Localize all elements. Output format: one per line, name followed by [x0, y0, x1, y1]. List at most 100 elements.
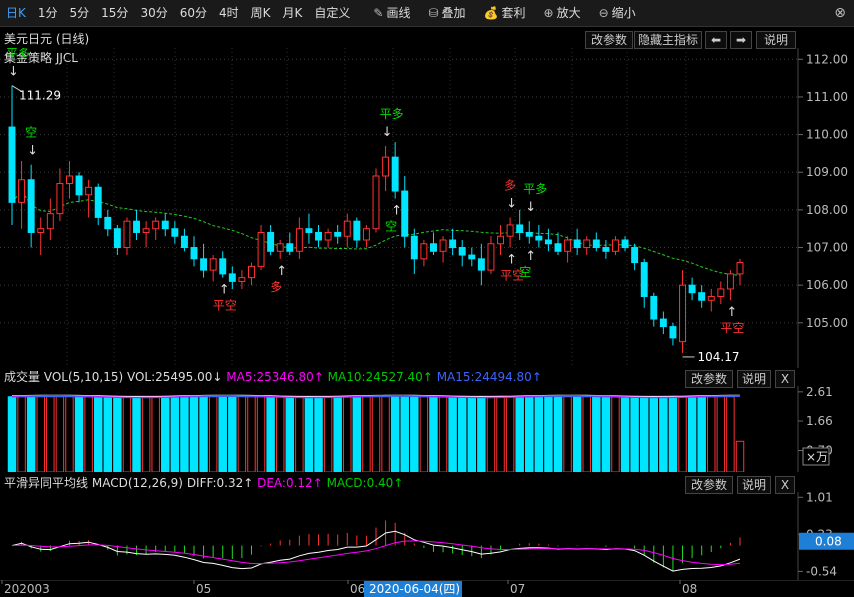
candle-body: [94, 186, 102, 218]
volume-bar: [457, 396, 467, 472]
volume-bar: [93, 396, 103, 472]
period-tab-3[interactable]: 15分: [95, 0, 134, 27]
tool-button-0[interactable]: ✎ 画线: [364, 0, 419, 27]
volume-header: 成交量 VOL(5,10,15) VOL:25495.00↓ MA5:25346…: [4, 368, 542, 386]
candle-body: [56, 183, 64, 215]
candle-body: [85, 186, 93, 196]
volume-bar: [438, 396, 448, 472]
candle-body: [37, 228, 45, 233]
volume-bar: [639, 396, 649, 472]
volume-bar: [199, 396, 208, 472]
candle-body: [27, 179, 35, 233]
candle-body: [113, 228, 121, 249]
volume-bar: [525, 396, 534, 472]
candle-body: [564, 239, 572, 252]
volume-bar: [371, 396, 381, 472]
tool-button-2[interactable]: 💰 套利: [475, 0, 535, 27]
candle-body: [679, 284, 686, 343]
signal-short: 空: [385, 220, 397, 234]
candle-body: [717, 288, 725, 297]
candle-body: [525, 231, 533, 237]
period-tab-7[interactable]: 周K: [245, 0, 277, 27]
period-tab-1[interactable]: 1分: [32, 0, 64, 27]
candle-body: [650, 295, 658, 320]
toolbar: 日K 1分 5分 15分 30分 60分 4时 周K 月K 自定义 ✎ 画线 ⛁ 叠加 💰 套利 ⊕ 放大 ⊖ 缩小: [0, 0, 854, 27]
tool-label: 套利: [501, 5, 526, 20]
symbol-title: 美元日元 (日线): [4, 32, 90, 46]
period-tab-4[interactable]: 30分: [134, 0, 173, 27]
volume-bar: [151, 396, 160, 472]
macd-name: 平滑异同平均线: [4, 476, 89, 490]
candle-body: [659, 318, 667, 328]
candle-body: [430, 243, 437, 252]
volume-bar: [275, 396, 285, 472]
macd-chart[interactable]: 1.010.23-0.540.08: [0, 492, 854, 580]
volume-bar: [304, 396, 314, 472]
prev-arrow-icon[interactable]: ⬅: [705, 31, 727, 49]
macd-dea: DEA:0.12↑: [257, 476, 323, 490]
candle-body: [161, 220, 169, 230]
candle-body: [736, 262, 744, 275]
candle-body: [142, 228, 150, 233]
volume-bar: [630, 396, 639, 472]
candle-body: [295, 228, 303, 252]
candle-body: [516, 224, 524, 233]
candle-body: [18, 179, 26, 203]
candle-body: [497, 235, 504, 245]
tool-button-1[interactable]: ⛁ 叠加: [419, 0, 474, 27]
volume-value: VOL:25495.00↓: [126, 370, 223, 384]
volume-bar: [113, 396, 122, 472]
volume-chart[interactable]: 2.611.660.70×万: [0, 386, 854, 472]
volume-bar: [333, 396, 342, 472]
volume-bar: [46, 396, 55, 472]
volume-bar: [208, 396, 218, 472]
volume-name: 成交量: [4, 370, 41, 384]
period-tab-8[interactable]: 月K: [277, 0, 309, 27]
candlestick-chart[interactable]: 112.00 111.00 110.00 109.00 108.00 107.00 106.…: [0, 48, 854, 368]
candle-body: [612, 239, 619, 252]
candle-body: [248, 265, 255, 279]
candle-body: [209, 258, 217, 271]
period-tab-2[interactable]: 5分: [64, 0, 96, 27]
zoom-out-icon: ⊖: [598, 5, 609, 20]
x-tick-label: 07: [510, 582, 525, 596]
candle-body: [104, 216, 112, 230]
period-tab-6[interactable]: 4时: [213, 0, 245, 27]
volume-bar: [553, 396, 563, 472]
tool-button-3[interactable]: ⊕ 放大: [535, 0, 590, 27]
tool-label: 叠加: [441, 5, 466, 20]
period-tab-5[interactable]: 60分: [174, 0, 213, 27]
x-tick-label: 05: [196, 582, 211, 596]
period-tab-0[interactable]: 日K: [0, 0, 32, 27]
macd-y-tick: 1.01: [806, 492, 833, 504]
volume-bar: [74, 396, 84, 472]
main-params-button[interactable]: 改参数: [585, 31, 633, 49]
close-icon[interactable]: ⊗: [834, 0, 846, 27]
candle-body: [75, 175, 83, 196]
hide-indicator-button[interactable]: 隐藏主指标: [634, 31, 702, 49]
volume-bar: [668, 396, 678, 472]
tool-button-4[interactable]: ⊖ 缩小: [590, 0, 645, 27]
volume-bar: [228, 396, 237, 472]
signal-flat_short: 平空: [720, 321, 744, 335]
volume-bar: [515, 396, 524, 472]
candle-body: [276, 243, 284, 252]
y-tick-label: 108.00: [806, 203, 848, 217]
main-help-button[interactable]: 说明: [756, 31, 796, 49]
volume-bar: [582, 396, 591, 472]
candle-body: [592, 239, 600, 249]
next-arrow-icon[interactable]: ➡: [730, 31, 752, 49]
candle-body: [382, 156, 390, 177]
signal-long: 多: [270, 280, 282, 294]
y-tick-label: 111.00: [806, 90, 848, 104]
volume-bar: [55, 396, 65, 472]
period-tab-9[interactable]: 自定义: [308, 0, 356, 27]
signal-arrow-up-icon: ↑: [391, 204, 402, 219]
volume-bar: [572, 396, 582, 472]
candle-body: [362, 228, 370, 241]
cursor-date-label: 2020-06-04(四): [369, 582, 460, 596]
candle-body: [238, 277, 246, 282]
signal-arrow-up-icon: ↑: [726, 305, 737, 320]
signal-short: 空: [519, 265, 531, 279]
candle-body: [554, 243, 562, 252]
